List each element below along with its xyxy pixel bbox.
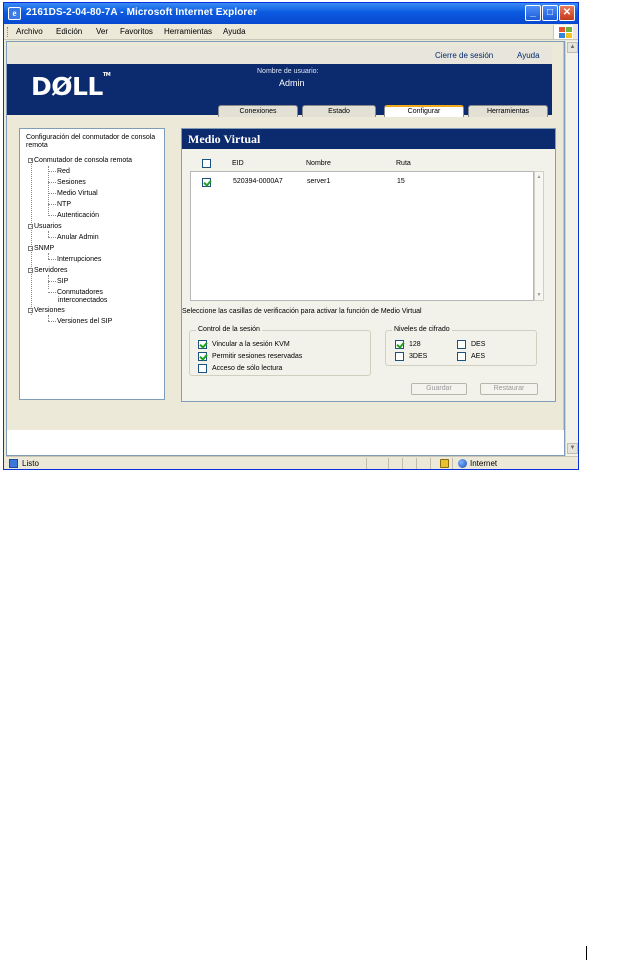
page-status-icon [9,459,18,468]
cipher-3des-checkbox[interactable] [395,352,404,361]
menu-archivo[interactable]: Archivo [16,27,43,36]
collapse-icon[interactable] [28,157,33,163]
reserved-sessions-checkbox[interactable] [198,352,207,361]
cipher-3des-label: 3DES [409,353,428,360]
cipher-aes-label: AES [471,353,486,360]
instruction-text: Seleccione las casillas de verificación … [182,308,422,315]
toolbar-grip [7,27,9,37]
cipher-128-label: 128 [409,341,421,348]
column-ruta[interactable]: Ruta [396,160,411,167]
window-title: 2161DS-2-04-80-7A - Microsoft Internet E… [26,7,258,18]
nav-item-usuarios[interactable]: Usuarios [28,223,62,230]
select-all-checkbox[interactable] [202,159,211,168]
security-zone-label: Internet [470,459,498,468]
collapse-icon[interactable] [28,267,33,273]
cipher-des-checkbox[interactable] [457,340,466,349]
collapse-icon[interactable] [28,307,33,313]
row-name: server1 [307,178,331,185]
nav-item-interrupciones[interactable]: Interrupciones [48,256,101,263]
menu-bar: Archivo Edición Ver Favoritos Herramient… [4,24,578,40]
session-control-group: Control de la sesión Vincular a la sesió… [189,326,371,376]
close-button[interactable]: ✕ [559,5,575,21]
navigation-tree: Configuración del conmutador de consola … [19,128,165,400]
nav-item-sesiones[interactable]: Sesiones [48,179,86,186]
encryption-title: Niveles de cifrado [392,326,452,333]
nav-item-medio-virtual[interactable]: Medio Virtual [48,190,98,197]
content-panel: Medio Virtual EID Nombre Ruta 520394-000… [181,128,556,402]
username-value: Admin [279,78,305,88]
row-checkbox[interactable] [202,178,211,187]
menu-edicion[interactable]: Edición [56,27,82,36]
tab-herramientas[interactable]: Herramientas [468,105,548,117]
table-header: EID Nombre Ruta [190,157,545,169]
header-banner: DØLLTM Nombre de usuario: Admin Conexion… [7,64,552,117]
tab-configurar[interactable]: Configurar [384,105,464,117]
nav-item-versiones[interactable]: Versiones [28,307,65,314]
browser-window: e 2161DS-2-04-80-7A - Microsoft Internet… [3,2,579,470]
nav-item-consola[interactable]: Conmutador de consola remota [28,157,132,164]
lock-icon [440,459,449,468]
cipher-128-checkbox[interactable] [395,340,404,349]
scroll-up-icon[interactable]: ▲ [535,173,543,182]
menu-ver[interactable]: Ver [96,27,108,36]
nav-item-ntp[interactable]: NTP [48,201,71,208]
menu-herramientas[interactable]: Herramientas [164,27,212,36]
list-scrollbar[interactable]: ▲ ▼ [534,171,544,301]
web-page: Cierre de sesión Ayuda DØLLTM Nombre de … [7,42,564,430]
ie-icon: e [8,7,21,20]
encryption-group: Niveles de cifrado 128 DES 3DES AES [385,326,537,366]
column-nombre[interactable]: Nombre [306,160,331,167]
page-scroll-down-icon[interactable]: ▼ [567,443,578,454]
nav-item-interconectados[interactable]: interconectados [58,297,107,304]
row-eid: 520394-0000A7 [233,178,283,185]
dell-logo: DØLLTM [31,72,111,101]
read-only-checkbox[interactable] [198,364,207,373]
nav-item-anular-admin[interactable]: Anular Admin [48,234,99,241]
page-scrollbar[interactable]: ▲ ▼ [565,41,578,456]
menu-favoritos[interactable]: Favoritos [120,27,153,36]
minimize-button[interactable]: _ [525,5,541,21]
nav-item-autenticacion[interactable]: Autenticación [48,212,99,219]
restore-button[interactable]: Restaurar [480,383,538,395]
cipher-des-label: DES [471,341,486,348]
tab-conexiones[interactable]: Conexiones [218,105,298,117]
kvm-session-label: Vincular a la sesión KVM [212,341,290,348]
nav-item-snmp[interactable]: SNMP [28,245,54,252]
status-text: Listo [22,459,39,468]
windows-logo-icon [553,25,573,39]
session-control-title: Control de la sesión [196,326,262,333]
cipher-aes-checkbox[interactable] [457,352,466,361]
device-list: 520394-0000A7 server1 15 [190,171,534,301]
scroll-down-icon[interactable]: ▼ [535,291,543,300]
nav-item-versiones-sip[interactable]: Versiones del SIP [48,318,112,325]
maximize-button[interactable]: □ [542,5,558,21]
logout-link[interactable]: Cierre de sesión [435,51,493,60]
menu-ayuda[interactable]: Ayuda [223,27,246,36]
page-margin-rule [586,946,587,960]
collapse-icon[interactable] [28,223,33,229]
nav-item-sip[interactable]: SIP [48,278,68,285]
status-bar: Listo Internet [6,456,578,469]
top-link-bar: Cierre de sesión Ayuda [7,46,552,64]
help-link[interactable]: Ayuda [517,51,540,60]
nav-item-conmutadores[interactable]: Conmutadores [48,289,103,296]
read-only-label: Acceso de sólo lectura [212,365,283,372]
username-label: Nombre de usuario: [257,68,319,75]
column-eid[interactable]: EID [232,160,244,167]
nav-title: Configuración del conmutador de consola … [26,134,156,149]
tab-estado[interactable]: Estado [302,105,376,117]
nav-item-servidores[interactable]: Servidores [28,267,67,274]
collapse-icon[interactable] [28,245,33,251]
row-path: 15 [397,178,405,185]
logo-text: DØLL [31,72,103,101]
kvm-session-checkbox[interactable] [198,340,207,349]
panel-title: Medio Virtual [182,129,555,149]
globe-icon [458,459,467,468]
save-button[interactable]: Guardar [411,383,467,395]
title-bar[interactable]: e 2161DS-2-04-80-7A - Microsoft Internet… [4,3,578,24]
browser-viewport: Cierre de sesión Ayuda DØLLTM Nombre de … [6,41,565,456]
page-scroll-up-icon[interactable]: ▲ [567,42,578,53]
reserved-sessions-label: Permitir sesiones reservadas [212,353,303,360]
nav-item-red[interactable]: Red [48,168,70,175]
